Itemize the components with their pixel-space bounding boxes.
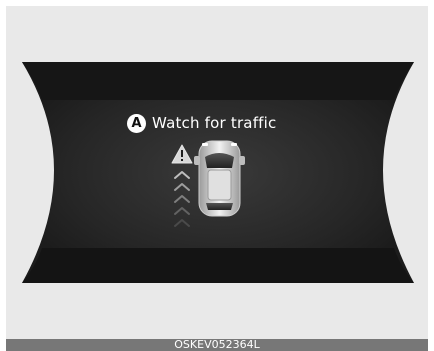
panel-top-band xyxy=(22,62,414,100)
figure-code-caption: OSKEV052364L xyxy=(6,339,428,351)
cluster-display xyxy=(22,62,414,283)
message-badge-a: A xyxy=(127,113,146,133)
panel-bottom-band xyxy=(22,248,414,283)
car-topview-icon xyxy=(194,140,245,217)
traffic-warning-message: A Watch for traffic xyxy=(127,112,276,134)
message-text: Watch for traffic xyxy=(152,114,277,132)
